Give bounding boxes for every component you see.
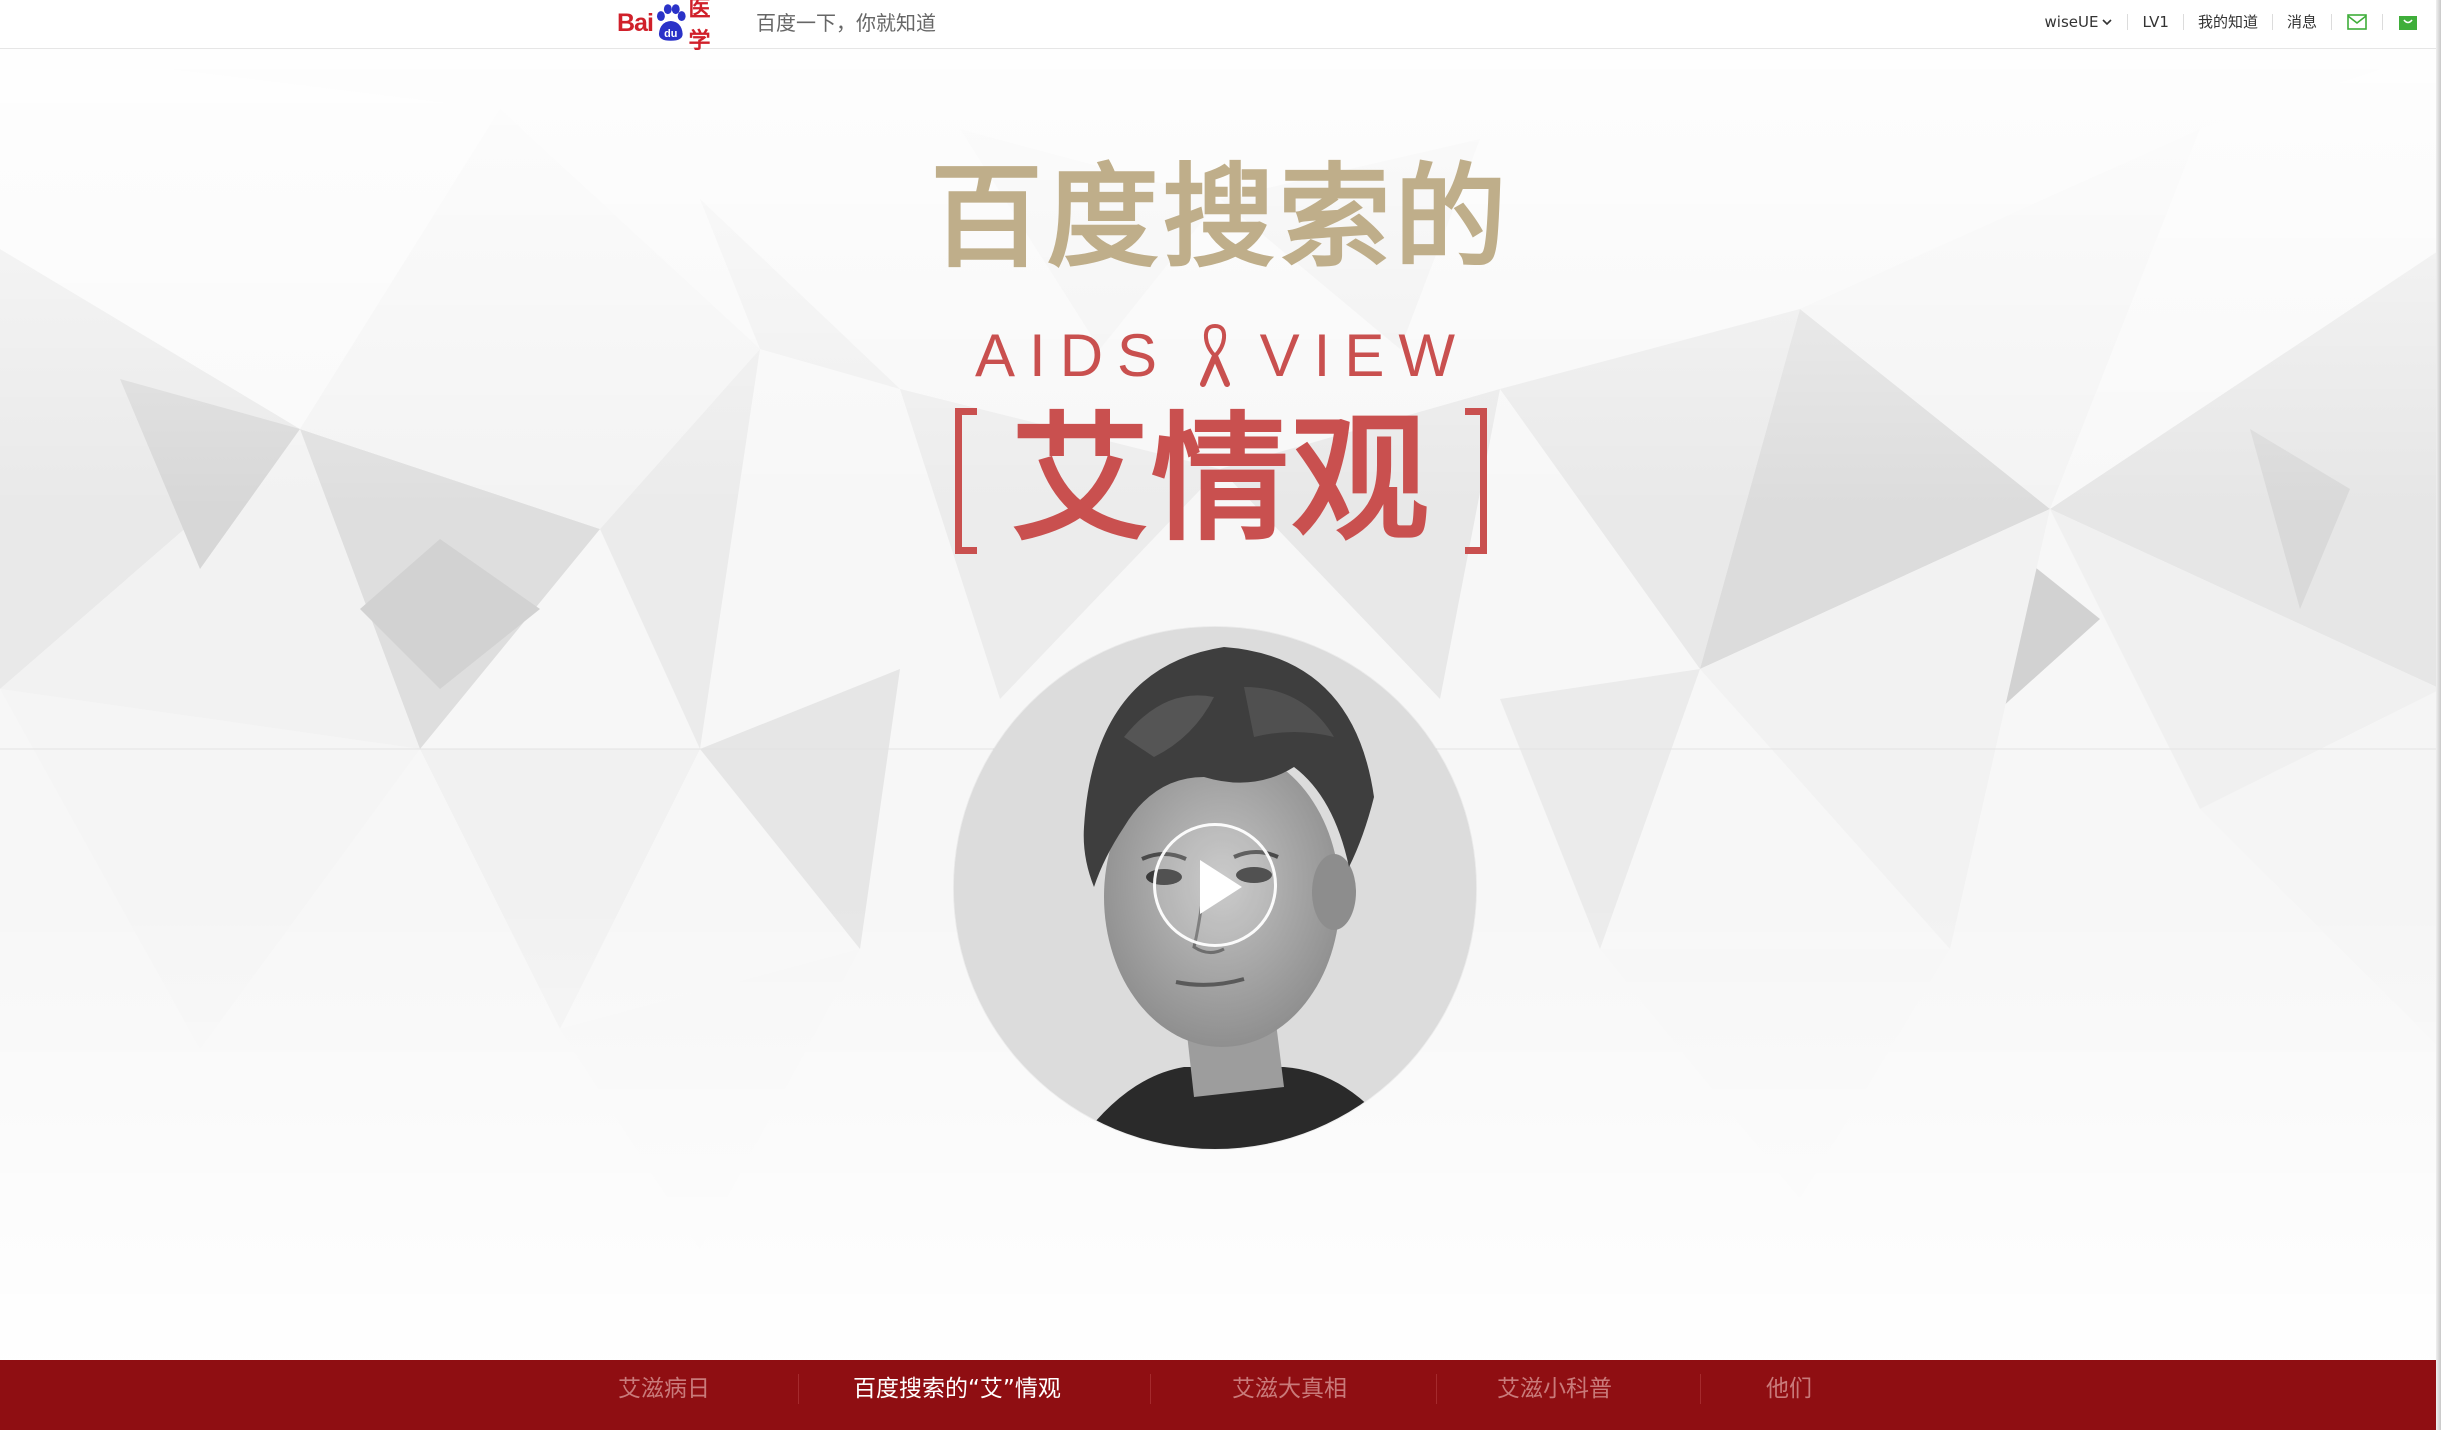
tab-truth[interactable]: 艾滋大真相 [1232,1374,1347,1404]
top-header: Bai du 医学 百度一下，你就知道 wiseUE LV1 我的知道 消息 [0,0,2441,54]
tab-divider [798,1374,799,1404]
messages-link[interactable]: 消息 [2273,12,2331,32]
title-english-left: AIDS [975,321,1172,389]
tab-divider [1436,1374,1437,1404]
title-chinese: 百度搜索的 [930,153,1511,283]
chevron-down-icon [2102,19,2113,26]
window-right-edge [2436,0,2441,1430]
logo-du-text: du [664,28,677,40]
play-button[interactable] [1153,823,1277,947]
tab-divider [1150,1374,1151,1404]
username: wiseUE [2044,13,2099,31]
shopping-bag-icon [2399,16,2417,30]
mail-icon [2347,14,2367,30]
mail-button[interactable] [2332,13,2382,31]
baidu-yixue-logo[interactable]: Bai du 医学 [617,0,732,54]
shop-button[interactable] [2383,13,2441,31]
tab-divider [1700,1374,1701,1404]
tab-science[interactable]: 艾滋小科普 [1497,1374,1612,1404]
user-nav: wiseUE LV1 我的知道 消息 [2031,0,2441,44]
paw-icon: du [656,4,686,41]
title-english-right: VIEW [1259,321,1469,389]
logo-yixue-text: 医学 [688,0,711,54]
title-english: AIDS VIEW [975,318,1469,392]
bottom-section-nav: 艾滋病日 百度搜索的“艾”情观 艾滋大真相 艾滋小科普 他们 [0,1360,2441,1430]
header-slogan: 百度一下，你就知道 [756,11,936,35]
user-level-link[interactable]: LV1 [2128,12,2183,32]
red-ribbon-icon [1200,323,1231,387]
user-menu[interactable]: wiseUE [2031,12,2128,32]
my-zhidao-link[interactable]: 我的知道 [2184,12,2272,32]
title-main: 艾情观 [955,400,1487,560]
title-main-text: 艾情观 [1010,399,1431,560]
play-icon [1200,860,1242,914]
tab-search-view[interactable]: 百度搜索的“艾”情观 [853,1374,1061,1404]
logo-bai-text: Bai [617,8,654,37]
tab-aids-day[interactable]: 艾滋病日 [618,1374,710,1404]
tab-them[interactable]: 他们 [1766,1374,1812,1404]
right-bracket [1465,408,1487,554]
